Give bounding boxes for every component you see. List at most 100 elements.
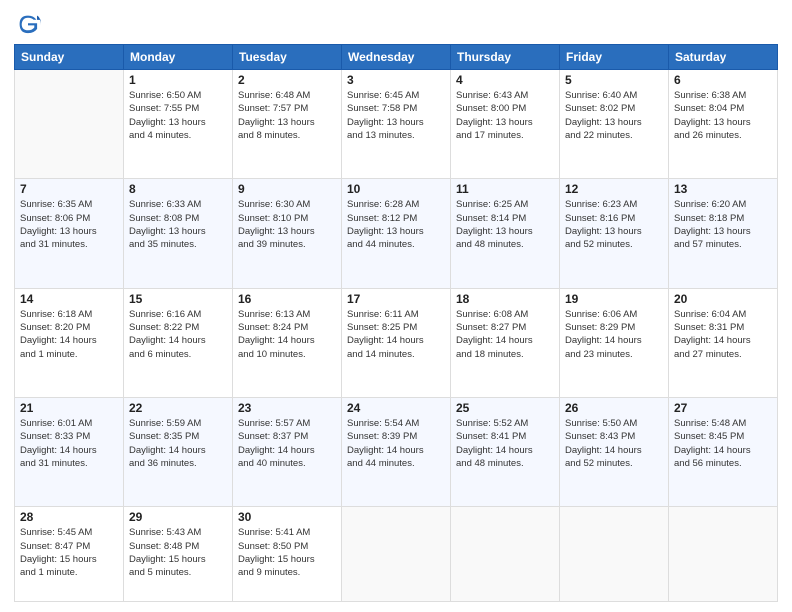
day-content: Sunrise: 6:08 AM Sunset: 8:27 PM Dayligh…	[456, 308, 554, 361]
day-number: 4	[456, 73, 554, 87]
day-number: 23	[238, 401, 336, 415]
day-content: Sunrise: 5:45 AM Sunset: 8:47 PM Dayligh…	[20, 526, 118, 579]
calendar-cell: 25 Sunrise: 5:52 AM Sunset: 8:41 PM Dayli…	[451, 397, 560, 506]
calendar-cell	[560, 507, 669, 602]
day-number: 25	[456, 401, 554, 415]
day-content: Sunrise: 5:57 AM Sunset: 8:37 PM Dayligh…	[238, 417, 336, 470]
calendar-cell: 16 Sunrise: 6:13 AM Sunset: 8:24 PM Dayli…	[233, 288, 342, 397]
day-content: Sunrise: 6:04 AM Sunset: 8:31 PM Dayligh…	[674, 308, 772, 361]
day-number: 11	[456, 182, 554, 196]
calendar-cell: 2 Sunrise: 6:48 AM Sunset: 7:57 PM Daylig…	[233, 70, 342, 179]
day-content: Sunrise: 6:35 AM Sunset: 8:06 PM Dayligh…	[20, 198, 118, 251]
calendar-cell: 27 Sunrise: 5:48 AM Sunset: 8:45 PM Dayli…	[669, 397, 778, 506]
day-number: 27	[674, 401, 772, 415]
day-content: Sunrise: 6:45 AM Sunset: 7:58 PM Dayligh…	[347, 89, 445, 142]
day-number: 30	[238, 510, 336, 524]
day-content: Sunrise: 6:16 AM Sunset: 8:22 PM Dayligh…	[129, 308, 227, 361]
day-content: Sunrise: 6:01 AM Sunset: 8:33 PM Dayligh…	[20, 417, 118, 470]
week-row-3: 14 Sunrise: 6:18 AM Sunset: 8:20 PM Dayli…	[15, 288, 778, 397]
calendar-cell: 4 Sunrise: 6:43 AM Sunset: 8:00 PM Daylig…	[451, 70, 560, 179]
day-content: Sunrise: 6:11 AM Sunset: 8:25 PM Dayligh…	[347, 308, 445, 361]
day-number: 24	[347, 401, 445, 415]
day-number: 28	[20, 510, 118, 524]
day-content: Sunrise: 6:43 AM Sunset: 8:00 PM Dayligh…	[456, 89, 554, 142]
calendar-cell: 12Sunrise: 6:23 AM Sunset: 8:16 PM Dayli…	[560, 179, 669, 288]
day-content: Sunrise: 5:52 AM Sunset: 8:41 PM Dayligh…	[456, 417, 554, 470]
col-header-sunday: Sunday	[15, 45, 124, 70]
calendar-cell: 10 Sunrise: 6:28 AM Sunset: 8:12 PM Dayli…	[342, 179, 451, 288]
day-content: Sunrise: 5:50 AM Sunset: 8:43 PM Dayligh…	[565, 417, 663, 470]
calendar-header-row: SundayMondayTuesdayWednesdayThursdayFrid…	[15, 45, 778, 70]
day-number: 15	[129, 292, 227, 306]
day-content: Sunrise: 6:30 AM Sunset: 8:10 PM Dayligh…	[238, 198, 336, 251]
calendar-cell: 29Sunrise: 5:43 AM Sunset: 8:48 PM Dayli…	[124, 507, 233, 602]
day-number: 29	[129, 510, 227, 524]
col-header-wednesday: Wednesday	[342, 45, 451, 70]
calendar-cell: 21 Sunrise: 6:01 AM Sunset: 8:33 PM Dayli…	[15, 397, 124, 506]
day-number: 18	[456, 292, 554, 306]
day-number: 12	[565, 182, 663, 196]
day-content: Sunrise: 6:06 AM Sunset: 8:29 PM Dayligh…	[565, 308, 663, 361]
week-row-5: 28 Sunrise: 5:45 AM Sunset: 8:47 PM Dayli…	[15, 507, 778, 602]
day-content: Sunrise: 6:28 AM Sunset: 8:12 PM Dayligh…	[347, 198, 445, 251]
day-number: 13	[674, 182, 772, 196]
col-header-tuesday: Tuesday	[233, 45, 342, 70]
day-content: Sunrise: 6:20 AM Sunset: 8:18 PM Dayligh…	[674, 198, 772, 251]
day-content: Sunrise: 5:48 AM Sunset: 8:45 PM Dayligh…	[674, 417, 772, 470]
logo	[14, 10, 46, 38]
day-content: Sunrise: 5:54 AM Sunset: 8:39 PM Dayligh…	[347, 417, 445, 470]
day-number: 10	[347, 182, 445, 196]
day-content: Sunrise: 6:18 AM Sunset: 8:20 PM Dayligh…	[20, 308, 118, 361]
calendar-cell: 6Sunrise: 6:38 AM Sunset: 8:04 PM Daylig…	[669, 70, 778, 179]
logo-icon	[14, 10, 42, 38]
col-header-monday: Monday	[124, 45, 233, 70]
calendar-cell: 7 Sunrise: 6:35 AM Sunset: 8:06 PM Daylig…	[15, 179, 124, 288]
day-number: 21	[20, 401, 118, 415]
col-header-friday: Friday	[560, 45, 669, 70]
calendar-cell: 14 Sunrise: 6:18 AM Sunset: 8:20 PM Dayli…	[15, 288, 124, 397]
calendar-cell	[15, 70, 124, 179]
calendar-cell	[669, 507, 778, 602]
week-row-4: 21 Sunrise: 6:01 AM Sunset: 8:33 PM Dayli…	[15, 397, 778, 506]
day-content: Sunrise: 5:41 AM Sunset: 8:50 PM Dayligh…	[238, 526, 336, 579]
col-header-saturday: Saturday	[669, 45, 778, 70]
calendar-cell: 8 Sunrise: 6:33 AM Sunset: 8:08 PM Daylig…	[124, 179, 233, 288]
calendar-cell: 13 Sunrise: 6:20 AM Sunset: 8:18 PM Dayli…	[669, 179, 778, 288]
day-number: 7	[20, 182, 118, 196]
day-number: 14	[20, 292, 118, 306]
day-number: 17	[347, 292, 445, 306]
calendar-cell: 24 Sunrise: 5:54 AM Sunset: 8:39 PM Dayli…	[342, 397, 451, 506]
day-number: 20	[674, 292, 772, 306]
col-header-thursday: Thursday	[451, 45, 560, 70]
day-number: 19	[565, 292, 663, 306]
calendar-cell: 26 Sunrise: 5:50 AM Sunset: 8:43 PM Dayli…	[560, 397, 669, 506]
day-number: 16	[238, 292, 336, 306]
day-number: 22	[129, 401, 227, 415]
day-content: Sunrise: 6:13 AM Sunset: 8:24 PM Dayligh…	[238, 308, 336, 361]
calendar-cell: 1Sunrise: 6:50 AM Sunset: 7:55 PM Daylig…	[124, 70, 233, 179]
calendar-cell: 28 Sunrise: 5:45 AM Sunset: 8:47 PM Dayli…	[15, 507, 124, 602]
day-number: 2	[238, 73, 336, 87]
calendar-cell: 18 Sunrise: 6:08 AM Sunset: 8:27 PM Dayli…	[451, 288, 560, 397]
calendar-cell	[451, 507, 560, 602]
calendar-cell: 23 Sunrise: 5:57 AM Sunset: 8:37 PM Dayli…	[233, 397, 342, 506]
day-number: 6	[674, 73, 772, 87]
page: SundayMondayTuesdayWednesdayThursdayFrid…	[0, 0, 792, 612]
day-content: Sunrise: 6:48 AM Sunset: 7:57 PM Dayligh…	[238, 89, 336, 142]
calendar-cell: 5Sunrise: 6:40 AM Sunset: 8:02 PM Daylig…	[560, 70, 669, 179]
week-row-1: 1Sunrise: 6:50 AM Sunset: 7:55 PM Daylig…	[15, 70, 778, 179]
day-number: 8	[129, 182, 227, 196]
day-content: Sunrise: 6:40 AM Sunset: 8:02 PM Dayligh…	[565, 89, 663, 142]
day-number: 3	[347, 73, 445, 87]
calendar-cell: 20 Sunrise: 6:04 AM Sunset: 8:31 PM Dayli…	[669, 288, 778, 397]
day-content: Sunrise: 6:33 AM Sunset: 8:08 PM Dayligh…	[129, 198, 227, 251]
calendar-cell: 17 Sunrise: 6:11 AM Sunset: 8:25 PM Dayli…	[342, 288, 451, 397]
calendar-cell: 15 Sunrise: 6:16 AM Sunset: 8:22 PM Dayli…	[124, 288, 233, 397]
day-number: 26	[565, 401, 663, 415]
calendar-cell: 11Sunrise: 6:25 AM Sunset: 8:14 PM Dayli…	[451, 179, 560, 288]
calendar-cell	[342, 507, 451, 602]
calendar-cell: 30 Sunrise: 5:41 AM Sunset: 8:50 PM Dayli…	[233, 507, 342, 602]
week-row-2: 7 Sunrise: 6:35 AM Sunset: 8:06 PM Daylig…	[15, 179, 778, 288]
calendar-table: SundayMondayTuesdayWednesdayThursdayFrid…	[14, 44, 778, 602]
calendar-cell: 9Sunrise: 6:30 AM Sunset: 8:10 PM Daylig…	[233, 179, 342, 288]
